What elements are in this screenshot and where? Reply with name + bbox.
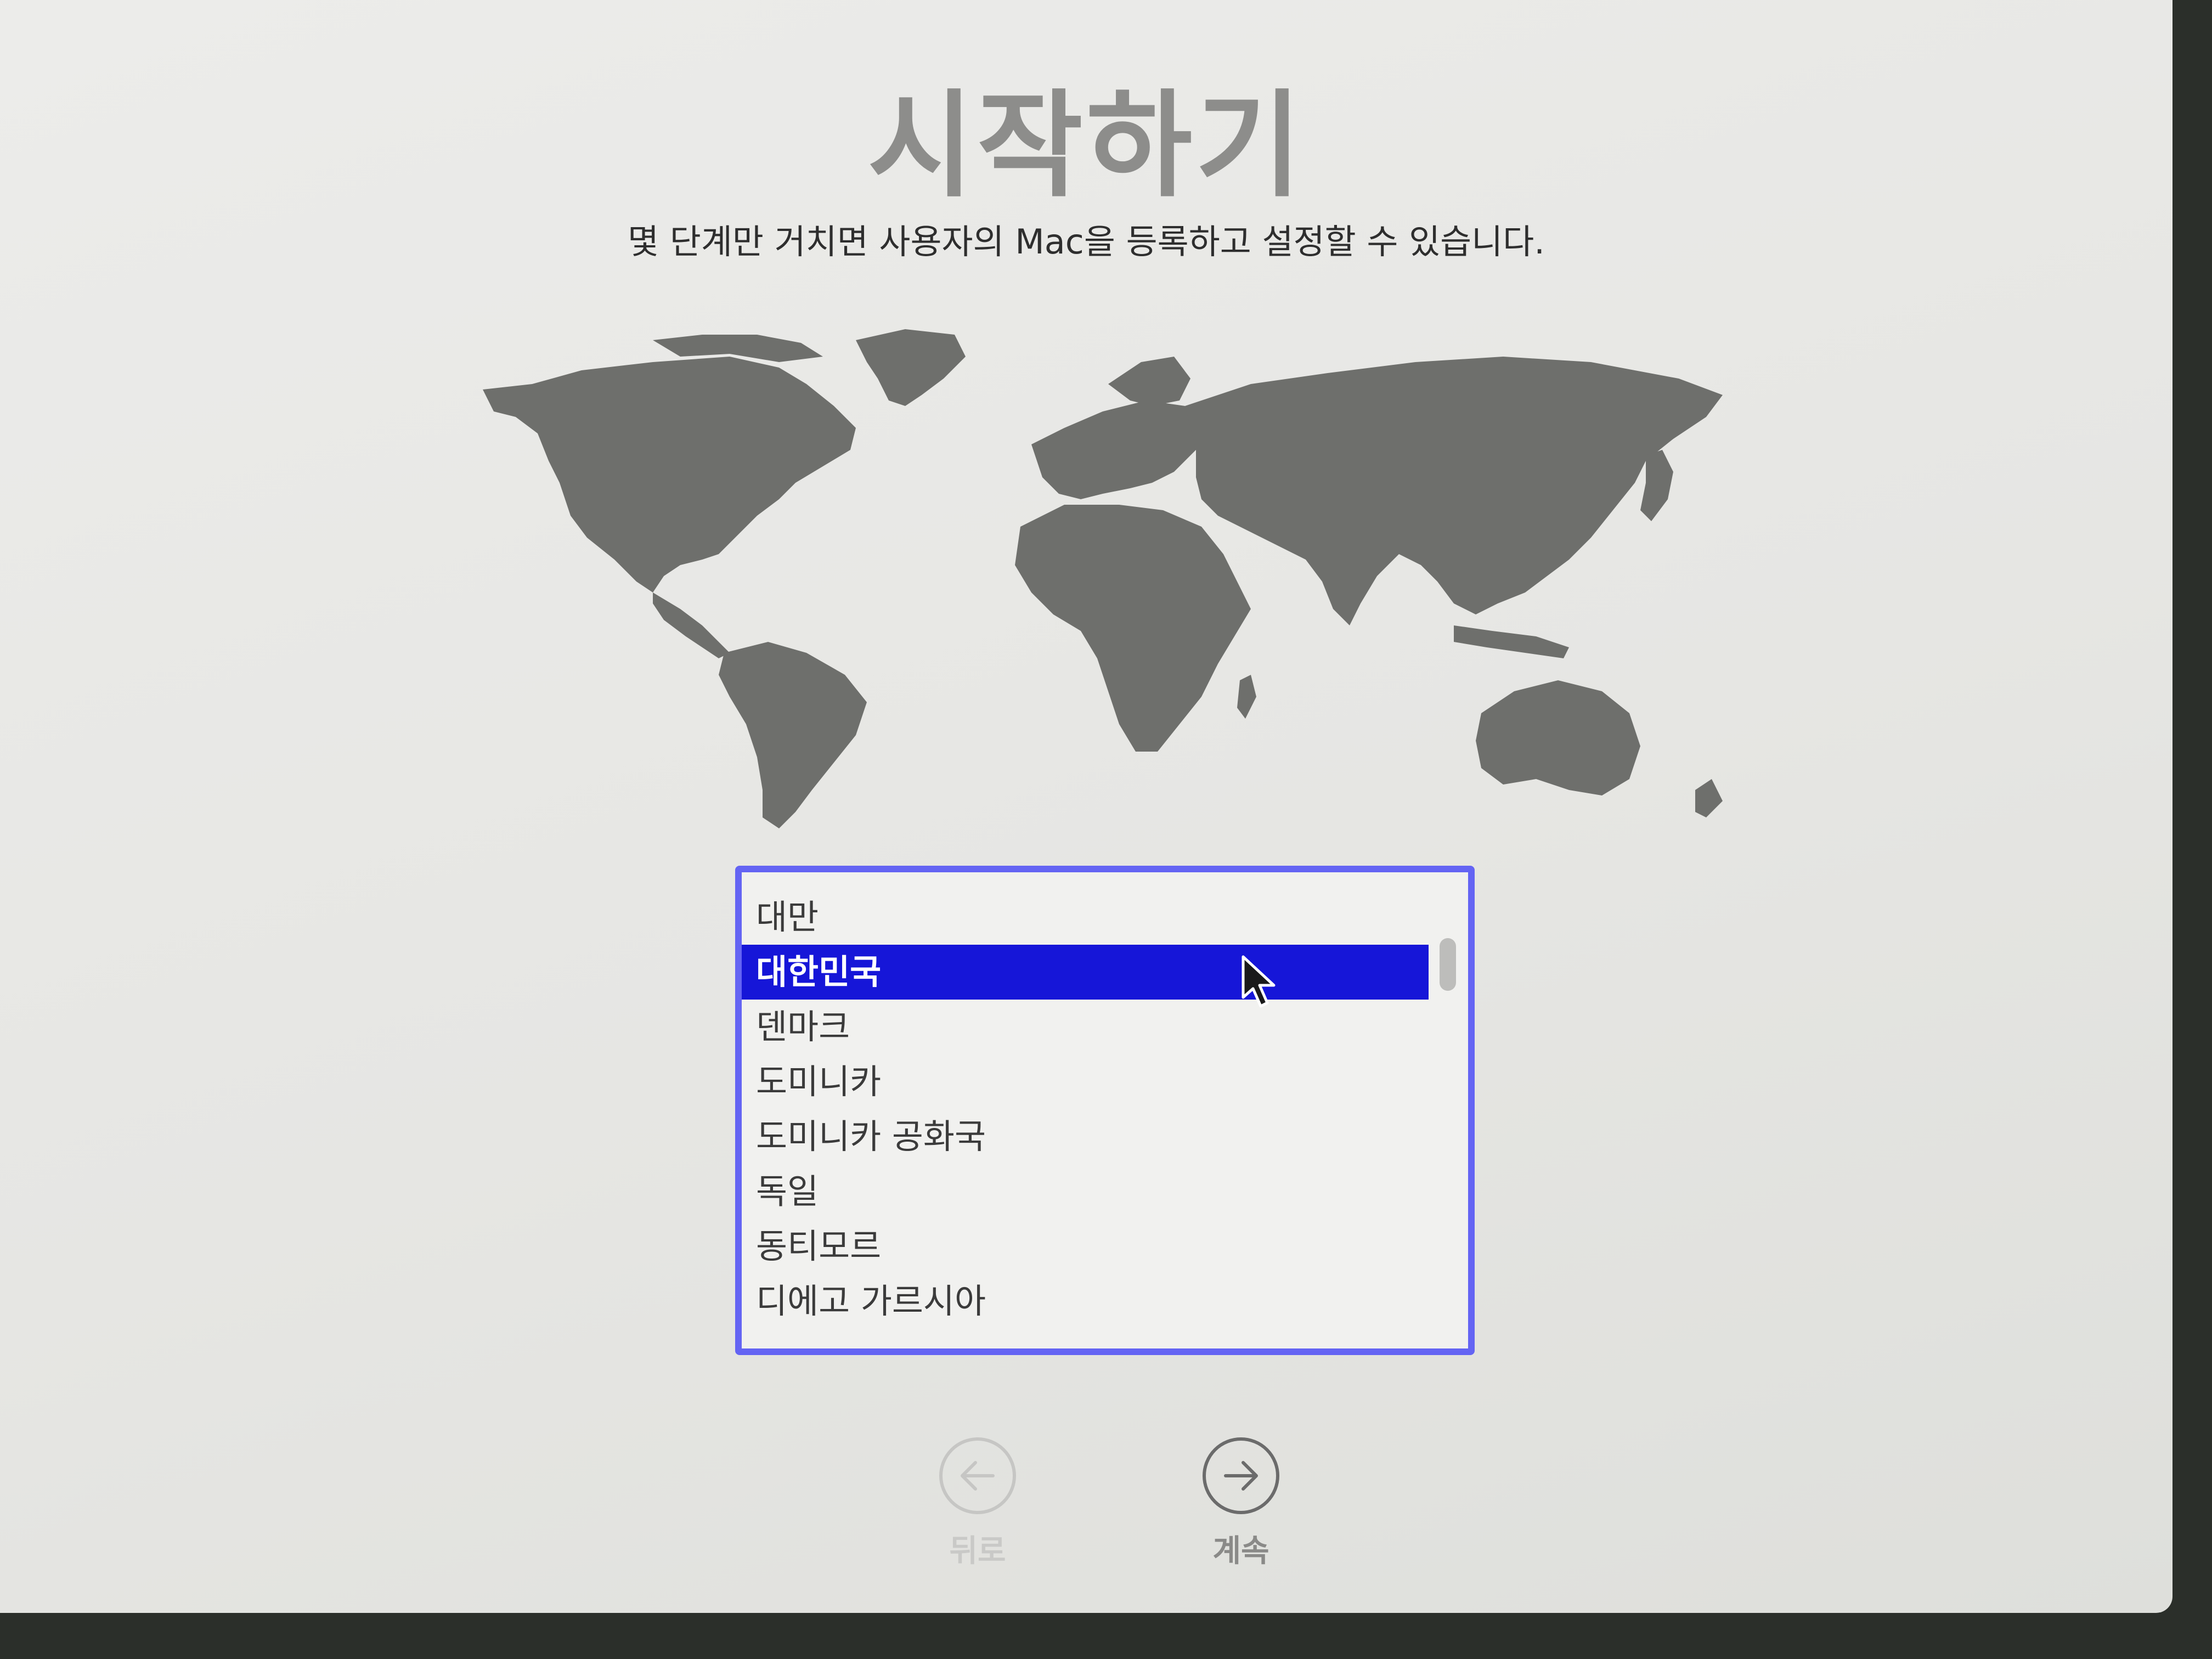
map-arctic-islands: [653, 335, 823, 362]
map-greenland: [856, 329, 966, 406]
map-north-america: [483, 357, 856, 592]
map-europe: [1031, 400, 1201, 499]
map-central-america: [653, 592, 730, 658]
map-asia: [1185, 357, 1723, 625]
map-scandinavia: [1108, 357, 1190, 406]
map-south-america: [719, 642, 867, 828]
mouse-pointer-icon: [1242, 955, 1276, 1008]
list-item[interactable]: 디에고 가르시아: [742, 1274, 1429, 1329]
country-list-rows: 대만 대한민국 덴마크 도미니카 도미니카 공화국 독일 동티모르 디에고 가르…: [742, 872, 1468, 1329]
map-indonesia: [1454, 625, 1569, 658]
map-madagascar: [1237, 675, 1256, 719]
list-item-partial[interactable]: [742, 872, 1429, 890]
back-button[interactable]: 뒤로: [928, 1437, 1027, 1571]
map-new-zealand: [1695, 779, 1723, 817]
map-africa: [1015, 505, 1251, 752]
continue-button[interactable]: 계속: [1192, 1437, 1290, 1571]
back-circle: [939, 1437, 1016, 1514]
setup-assistant-screen: 시작하기 몇 단계만 거치면 사용자의 Mac을 등록하고 설정할 수 있습니다…: [0, 0, 2172, 1613]
list-item[interactable]: 대만: [742, 890, 1429, 945]
continue-button-label: 계속: [1212, 1533, 1269, 1569]
country-list[interactable]: 대만 대한민국 덴마크 도미니카 도미니카 공화국 독일 동티모르 디에고 가르…: [735, 866, 1475, 1355]
page-title: 시작하기: [867, 78, 1305, 213]
continue-circle: [1203, 1437, 1279, 1514]
arrow-left-icon: [961, 1461, 995, 1491]
page-subtitle: 몇 단계만 거치면 사용자의 Mac을 등록하고 설정할 수 있습니다.: [628, 222, 1545, 262]
scrollbar-thumb[interactable]: [1440, 938, 1456, 991]
list-item-selected[interactable]: 대한민국: [742, 945, 1429, 1000]
arrow-right-icon: [1224, 1461, 1258, 1491]
world-map: [483, 329, 1723, 828]
map-australia: [1476, 680, 1640, 795]
list-item[interactable]: 도미니카 공화국: [742, 1109, 1429, 1164]
list-item[interactable]: 독일: [742, 1164, 1429, 1219]
back-button-label: 뒤로: [949, 1533, 1006, 1569]
list-item[interactable]: 동티모르: [742, 1219, 1429, 1274]
list-item[interactable]: 덴마크: [742, 1000, 1429, 1054]
list-item[interactable]: 도미니카: [742, 1054, 1429, 1109]
